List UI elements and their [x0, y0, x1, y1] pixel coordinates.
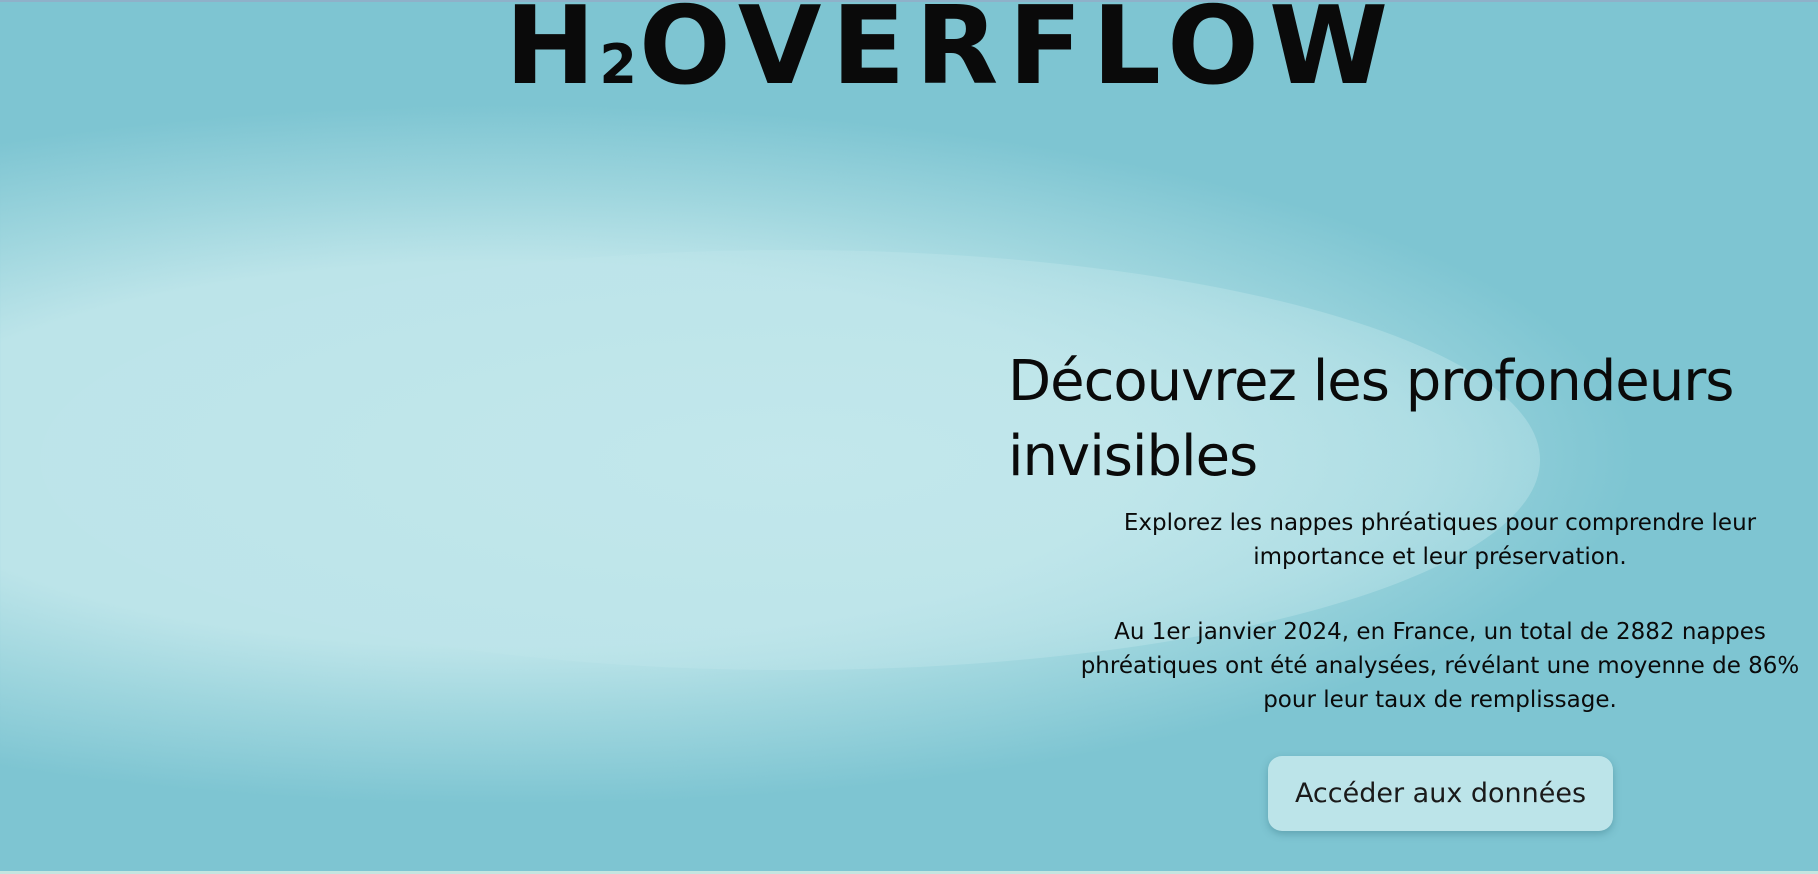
- hero-intro-line-2: importance et leur préservation.: [1253, 544, 1627, 570]
- access-data-button[interactable]: Accéder aux données: [1268, 756, 1613, 831]
- hero-headline: Découvrez les profondeurs invisibles: [1008, 349, 1734, 489]
- logo-subscript: 2: [599, 33, 637, 96]
- site-logo[interactable]: H 2 OVERFLOW: [505, 0, 1388, 109]
- hero-intro-line-1: Explorez les nappes phréatiques pour com…: [1123, 510, 1757, 536]
- hero-stats-line-3: pour leur taux de remplissage.: [1263, 687, 1617, 713]
- hero-stats: Au 1er janvier 2024, en France, un total…: [1010, 615, 1818, 717]
- logo-suffix: OVERFLOW: [638, 0, 1399, 109]
- logo-prefix: H: [505, 0, 600, 109]
- hero-intro: Explorez les nappes phréatiques pour com…: [1040, 506, 1818, 574]
- hero-stats-line-1: Au 1er janvier 2024, en France, un total…: [1114, 619, 1766, 645]
- hero-stats-line-2: phréatiques ont été analysées, révélant …: [1080, 653, 1800, 679]
